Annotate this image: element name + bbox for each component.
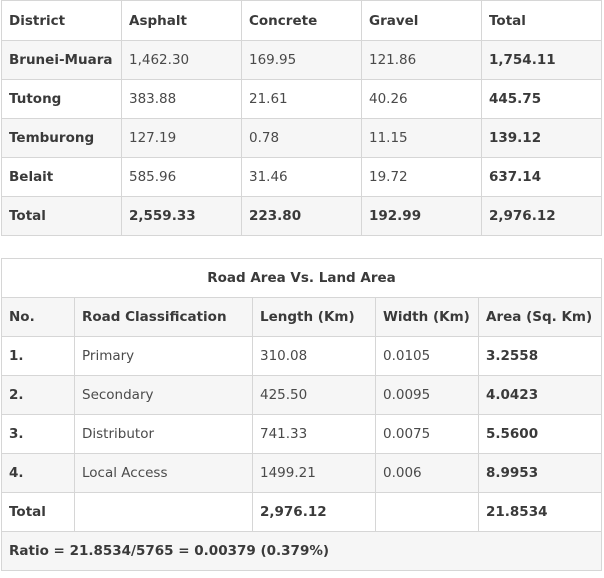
area-cell: 8.9953 <box>478 453 602 493</box>
table-row: Belait 585.96 31.46 19.72 637.14 <box>1 157 602 197</box>
table-row: Tutong 383.88 21.61 40.26 445.75 <box>1 79 602 119</box>
table-title-row: Road Area Vs. Land Area <box>1 258 602 298</box>
asphalt-cell: 1,462.30 <box>121 40 242 80</box>
total-label-cell: Total <box>1 196 122 236</box>
row-number-cell: 3. <box>1 414 75 454</box>
table-row: 3. Distributor 741.33 0.0075 5.5600 <box>1 414 602 454</box>
header-cell: Asphalt <box>121 0 242 41</box>
total-label-cell: Total <box>1 492 75 532</box>
total-cell: 637.14 <box>481 157 602 197</box>
table-row: 1. Primary 310.08 0.0105 3.2558 <box>1 336 602 376</box>
total-cell: 445.75 <box>481 79 602 119</box>
table-row: Brunei-Muara 1,462.30 169.95 121.86 1,75… <box>1 40 602 80</box>
asphalt-cell: 127.19 <box>121 118 242 158</box>
table-total-row: Total 2,559.33 223.80 192.99 2,976.12 <box>1 196 602 236</box>
asphalt-cell: 585.96 <box>121 157 242 197</box>
area-total-cell: 21.8534 <box>478 492 602 532</box>
district-name-cell: Temburong <box>1 118 122 158</box>
road-area-table: Road Area Vs. Land Area No. Road Classif… <box>1 258 602 571</box>
classification-cell: Distributor <box>74 414 253 454</box>
gravel-cell: 19.72 <box>361 157 482 197</box>
concrete-total-cell: 223.80 <box>241 196 362 236</box>
empty-cell <box>74 492 253 532</box>
length-cell: 741.33 <box>252 414 376 454</box>
table-row: 2. Secondary 425.50 0.0095 4.0423 <box>1 375 602 415</box>
ratio-text: Ratio = 21.8534/5765 = 0.00379 (0.379%) <box>1 531 602 571</box>
header-cell: Total <box>481 0 602 41</box>
ratio-row: Ratio = 21.8534/5765 = 0.00379 (0.379%) <box>1 531 602 571</box>
length-cell: 310.08 <box>252 336 376 376</box>
header-cell: Road Classification <box>74 297 253 337</box>
row-number-cell: 2. <box>1 375 75 415</box>
classification-cell: Primary <box>74 336 253 376</box>
grand-total-cell: 2,976.12 <box>481 196 602 236</box>
header-cell: District <box>1 0 122 41</box>
classification-cell: Secondary <box>74 375 253 415</box>
gravel-cell: 11.15 <box>361 118 482 158</box>
gravel-total-cell: 192.99 <box>361 196 482 236</box>
width-cell: 0.0075 <box>375 414 479 454</box>
concrete-cell: 21.61 <box>241 79 362 119</box>
table-title: Road Area Vs. Land Area <box>1 258 602 298</box>
asphalt-cell: 383.88 <box>121 79 242 119</box>
gravel-cell: 40.26 <box>361 79 482 119</box>
width-cell: 0.0105 <box>375 336 479 376</box>
total-cell: 139.12 <box>481 118 602 158</box>
row-number-cell: 1. <box>1 336 75 376</box>
header-cell: Length (Km) <box>252 297 376 337</box>
header-cell: Width (Km) <box>375 297 479 337</box>
concrete-cell: 0.78 <box>241 118 362 158</box>
classification-cell: Local Access <box>74 453 253 493</box>
width-cell: 0.0095 <box>375 375 479 415</box>
district-name-cell: Belait <box>1 157 122 197</box>
length-cell: 425.50 <box>252 375 376 415</box>
length-total-cell: 2,976.12 <box>252 492 376 532</box>
table-row: 4. Local Access 1499.21 0.006 8.9953 <box>1 453 602 493</box>
row-number-cell: 4. <box>1 453 75 493</box>
area-cell: 3.2558 <box>478 336 602 376</box>
table-row: Temburong 127.19 0.78 11.15 139.12 <box>1 118 602 158</box>
empty-cell <box>375 492 479 532</box>
table-total-row: Total 2,976.12 21.8534 <box>1 492 602 532</box>
concrete-cell: 169.95 <box>241 40 362 80</box>
gravel-cell: 121.86 <box>361 40 482 80</box>
district-name-cell: Tutong <box>1 79 122 119</box>
district-name-cell: Brunei-Muara <box>1 40 122 80</box>
asphalt-total-cell: 2,559.33 <box>121 196 242 236</box>
header-cell: Area (Sq. Km) <box>478 297 602 337</box>
header-cell: Gravel <box>361 0 482 41</box>
area-cell: 5.5600 <box>478 414 602 454</box>
width-cell: 0.006 <box>375 453 479 493</box>
area-cell: 4.0423 <box>478 375 602 415</box>
table-header-row: No. Road Classification Length (Km) Widt… <box>1 297 602 337</box>
length-cell: 1499.21 <box>252 453 376 493</box>
header-cell: Concrete <box>241 0 362 41</box>
concrete-cell: 31.46 <box>241 157 362 197</box>
district-surface-table: District Asphalt Concrete Gravel Total B… <box>1 0 602 236</box>
table-header-row: District Asphalt Concrete Gravel Total <box>1 0 602 41</box>
header-cell: No. <box>1 297 75 337</box>
total-cell: 1,754.11 <box>481 40 602 80</box>
